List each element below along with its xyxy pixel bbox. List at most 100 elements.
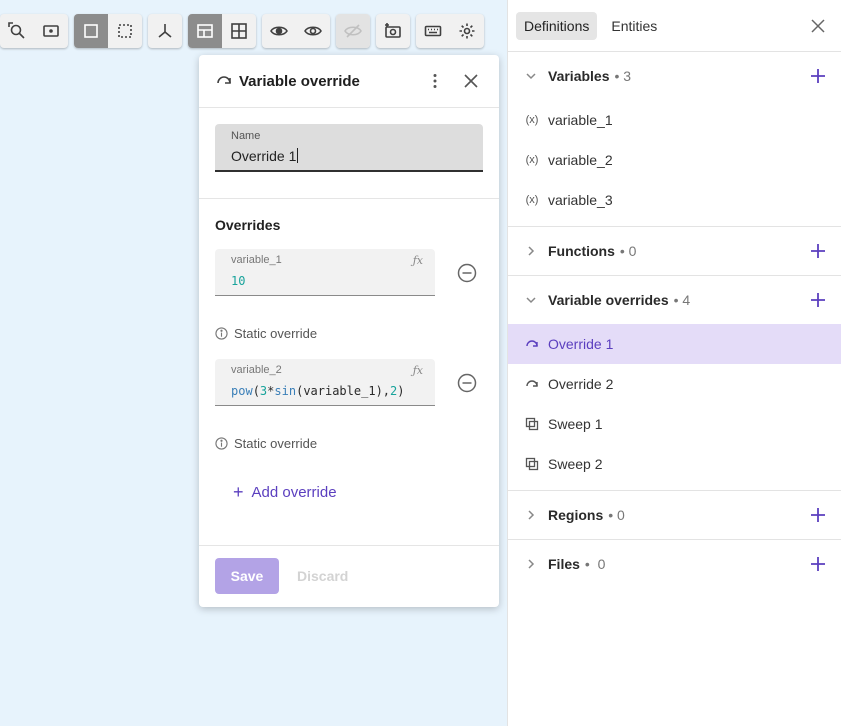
static-override-note: Static override xyxy=(215,436,483,451)
chevron-right-icon xyxy=(524,508,538,522)
chevron-right-icon xyxy=(524,244,538,258)
toolbar xyxy=(0,14,484,48)
save-button[interactable]: Save xyxy=(215,558,279,594)
panel-footer: Save Discard xyxy=(199,546,499,606)
gear-icon[interactable] xyxy=(450,14,484,48)
axes-icon[interactable] xyxy=(148,14,182,48)
section-header-functions[interactable]: Functions • 0 xyxy=(508,227,841,275)
section-regions: Regions • 0 xyxy=(508,491,841,540)
list-item-variable[interactable]: (x) variable_3 xyxy=(508,180,841,220)
override-value-input[interactable]: 10 xyxy=(231,274,419,288)
variable-icon: (x) xyxy=(525,194,539,206)
override-label: variable_1 xyxy=(231,254,282,266)
box-select-icon[interactable] xyxy=(108,14,142,48)
expr-token: variable_1 xyxy=(303,384,376,398)
sweep-icon xyxy=(524,417,540,431)
tab-entities[interactable]: Entities xyxy=(603,12,665,40)
section-functions: Functions • 0 xyxy=(508,227,841,276)
section-count: • 0 xyxy=(608,507,625,523)
plus-icon: + xyxy=(233,482,244,502)
toolbar-group-visibility xyxy=(262,14,330,48)
variable-icon: (x) xyxy=(525,154,539,166)
toolbar-group-axes xyxy=(148,14,182,48)
override-row: variable_1 ƒx 10 xyxy=(215,249,483,296)
section-variables: Variables • 3 (x) variable_1 (x) variable_… xyxy=(508,52,841,227)
eye-show-icon[interactable] xyxy=(296,14,330,48)
panel-title: Variable override xyxy=(239,72,360,90)
override-row: variable_2 ƒx pow(3*sin(variable_1),2) xyxy=(215,359,483,406)
item-label: Override 1 xyxy=(548,336,614,352)
section-header-overrides[interactable]: Variable overrides • 4 xyxy=(508,276,841,324)
panel-header: Variable override xyxy=(199,55,499,108)
sidebar-tabs: Definitions Entities xyxy=(508,0,841,52)
section-header-variables[interactable]: Variables • 3 xyxy=(508,52,841,100)
override-value: 10 xyxy=(231,274,246,288)
section-title: Variables xyxy=(548,68,610,84)
name-label: Name xyxy=(231,130,261,142)
override-value-input[interactable]: pow(3*sin(variable_1),2) xyxy=(231,384,419,398)
more-menu-icon[interactable] xyxy=(423,69,447,93)
name-field[interactable]: Name Override 1 xyxy=(215,124,483,172)
add-region-icon[interactable] xyxy=(809,506,827,524)
override-icon xyxy=(217,76,231,84)
close-icon[interactable] xyxy=(459,69,483,93)
overrides-heading: Overrides xyxy=(215,217,281,233)
list-item-variable[interactable]: (x) variable_1 xyxy=(508,100,841,140)
keyboard-icon[interactable] xyxy=(416,14,450,48)
toolbar-group-layout xyxy=(188,14,256,48)
add-variable-icon[interactable] xyxy=(809,67,827,85)
zoom-fit-icon[interactable] xyxy=(0,14,34,48)
section-count: • 0 xyxy=(584,556,606,572)
tab-definitions[interactable]: Definitions xyxy=(516,11,598,40)
expr-token: , xyxy=(382,384,391,398)
add-file-icon[interactable] xyxy=(809,555,827,573)
add-function-icon[interactable] xyxy=(809,242,827,260)
remove-override-icon[interactable] xyxy=(457,373,477,393)
list-item-sweep[interactable]: Sweep 2 xyxy=(508,444,841,484)
sweep-icon xyxy=(524,457,540,471)
fx-icon: ƒx xyxy=(412,364,423,377)
add-override-button[interactable]: + Add override xyxy=(233,483,483,501)
name-input[interactable]: Override 1 xyxy=(231,148,296,164)
chevron-right-icon xyxy=(524,557,538,571)
section-files: Files • 0 xyxy=(508,540,841,588)
toolbar-group-camera xyxy=(376,14,410,48)
list-item-override[interactable]: Override 2 xyxy=(508,364,841,404)
section-header-files[interactable]: Files • 0 xyxy=(508,540,841,588)
item-label: variable_1 xyxy=(548,112,613,128)
discard-button[interactable]: Discard xyxy=(297,568,348,584)
select-icon[interactable] xyxy=(74,14,108,48)
add-override-icon[interactable] xyxy=(809,291,827,309)
section-header-regions[interactable]: Regions • 0 xyxy=(508,491,841,539)
section-count: • 0 xyxy=(619,243,637,259)
list-item-override[interactable]: Override 1 xyxy=(508,324,841,364)
fx-icon: ƒx xyxy=(412,254,423,267)
close-icon[interactable] xyxy=(809,17,827,35)
section-title: Regions xyxy=(548,507,604,523)
remove-override-icon[interactable] xyxy=(457,263,477,283)
section-title: Files xyxy=(548,556,580,572)
chevron-down-icon xyxy=(524,69,538,83)
override-field-variable-2[interactable]: variable_2 ƒx pow(3*sin(variable_1),2) xyxy=(215,359,435,406)
section-count: • 4 xyxy=(673,292,691,308)
item-label: Override 2 xyxy=(548,376,614,392)
item-label: variable_3 xyxy=(548,192,613,208)
overrides-section: Overrides variable_1 ƒx 10 Static overri… xyxy=(199,199,499,546)
override-field-variable-1[interactable]: variable_1 ƒx 10 xyxy=(215,249,435,296)
expr-function: pow xyxy=(231,384,253,398)
override-label: variable_2 xyxy=(231,364,282,376)
item-label: Sweep 1 xyxy=(548,416,603,432)
zoom-box-icon[interactable] xyxy=(34,14,68,48)
chevron-down-icon xyxy=(524,293,538,307)
expr-function: sin xyxy=(274,384,297,398)
section-variable-overrides: Variable overrides • 4 Override 1 Overri… xyxy=(508,276,841,491)
layout-icon[interactable] xyxy=(188,14,222,48)
eye-disabled-icon xyxy=(336,14,370,48)
static-override-text: Static override xyxy=(234,326,318,341)
list-item-sweep[interactable]: Sweep 1 xyxy=(508,404,841,444)
grid-icon[interactable] xyxy=(222,14,256,48)
add-camera-icon[interactable] xyxy=(376,14,410,48)
eye-hide-icon[interactable] xyxy=(262,14,296,48)
list-item-variable[interactable]: (x) variable_2 xyxy=(508,140,841,180)
toolbar-group-settings xyxy=(416,14,484,48)
